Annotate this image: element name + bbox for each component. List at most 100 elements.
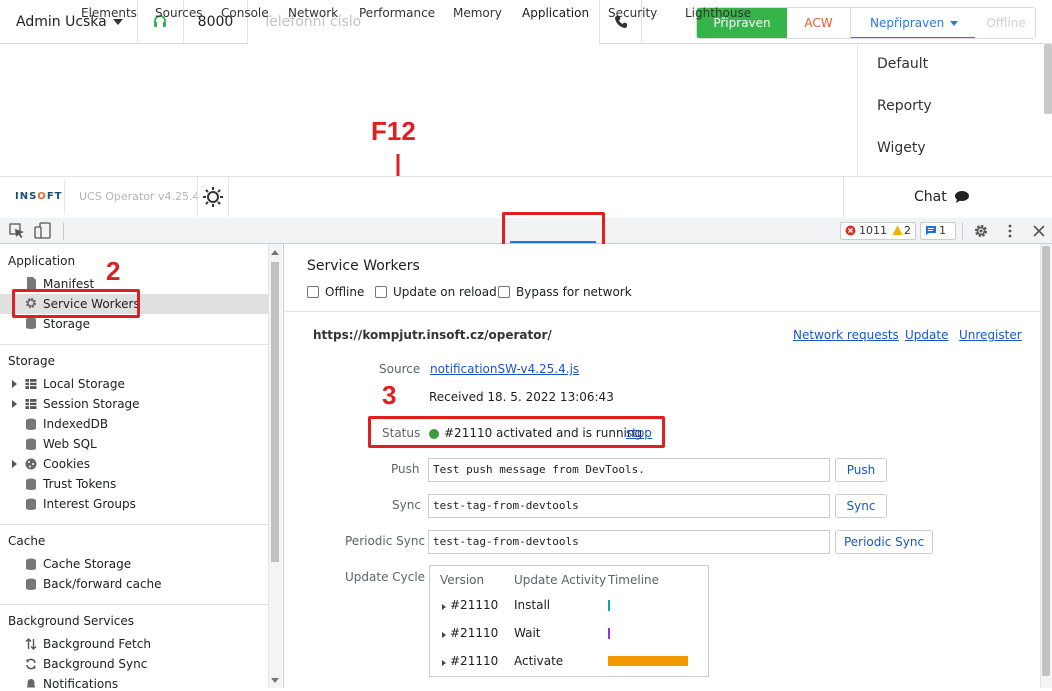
bypass-for-network-label: Bypass for network: [516, 285, 632, 299]
message-icon: [926, 226, 936, 235]
sun-icon: [203, 187, 223, 207]
sidebar-item-background-sync[interactable]: Background Sync: [43, 657, 147, 671]
sidebar-scrollbar-thumb[interactable]: [271, 262, 279, 562]
sidebar-item-cache-storage[interactable]: Cache Storage: [43, 557, 131, 571]
database-icon: [26, 317, 36, 329]
tab-sources[interactable]: Sources: [155, 0, 202, 26]
menu-item-reporty[interactable]: Reporty: [877, 98, 932, 114]
error-icon: [845, 225, 856, 236]
warning-count: 2: [904, 224, 911, 237]
unregister-link[interactable]: Unregister: [959, 328, 1022, 342]
expand-row-icon[interactable]: [442, 604, 446, 610]
database-icon: [26, 498, 36, 510]
menu-item-default[interactable]: Default: [877, 56, 928, 72]
tab-lighthouse[interactable]: Lighthouse: [685, 0, 751, 26]
update-cycle-label: Update Cycle: [345, 570, 426, 584]
menu-item-wigety[interactable]: Wigety: [877, 140, 926, 156]
file-icon: [27, 277, 36, 289]
sidebar-item-background-fetch[interactable]: Background Fetch: [43, 637, 151, 651]
sidebar-header-storage: Storage: [8, 354, 55, 368]
sidebar-item-interest-groups[interactable]: Interest Groups: [43, 497, 136, 511]
periodic-sync-tag-input[interactable]: test-tag-from-devtools: [428, 530, 830, 554]
timeline-bar-install: [608, 600, 610, 611]
chat-label: Chat: [914, 189, 947, 205]
table-row-version: #21110: [450, 626, 499, 640]
panel-scrollbar-thumb[interactable]: [1042, 246, 1050, 676]
sidebar-item-storage[interactable]: Storage: [43, 317, 90, 331]
annotation-step-2: 2: [106, 256, 121, 286]
database-icon: [26, 418, 36, 430]
periodic-sync-button[interactable]: Periodic Sync: [835, 530, 933, 554]
update-link[interactable]: Update: [905, 328, 948, 342]
periodic-sync-label: Periodic Sync: [345, 534, 426, 548]
sidebar-header-background-services: Background Services: [8, 614, 135, 628]
status-offline-button[interactable]: Offline: [975, 8, 1035, 38]
sync-tag-input[interactable]: test-tag-from-devtools: [428, 494, 830, 518]
sidebar-item-web-sql[interactable]: Web SQL: [43, 437, 97, 451]
status-not-ready-label: Nepřipraven: [870, 16, 945, 30]
annotation-box-status: [368, 416, 665, 448]
sw-origin: https://kompjutr.insoft.cz/operator/: [313, 328, 552, 342]
source-file-link[interactable]: notificationSW-v4.25.4.js: [430, 362, 579, 376]
divider: [0, 524, 268, 525]
device-toolbar-icon[interactable]: [34, 222, 52, 240]
table-grid-icon: [25, 379, 37, 389]
insoft-logo: INSOFT: [15, 191, 63, 202]
chat-button[interactable]: Chat: [843, 177, 1052, 217]
tab-elements[interactable]: Elements: [81, 0, 137, 26]
push-message-input[interactable]: Test push message from DevTools.: [428, 458, 830, 482]
more-options-icon[interactable]: [1003, 223, 1017, 239]
issues-badge[interactable]: 1011 2: [840, 222, 916, 240]
chat-bubble-icon: [955, 191, 969, 203]
tab-network[interactable]: Network: [288, 0, 338, 26]
scroll-down-icon[interactable]: [270, 677, 280, 685]
scroll-up-icon[interactable]: [270, 248, 280, 256]
tab-performance[interactable]: Performance: [359, 0, 435, 26]
annotation-step-3: 3: [382, 380, 397, 410]
expand-arrow-icon[interactable]: [12, 400, 17, 408]
expand-arrow-icon[interactable]: [12, 380, 17, 388]
messages-badge[interactable]: 1: [920, 222, 956, 240]
inspect-element-icon[interactable]: [9, 223, 25, 239]
annotation-f12: F12: [371, 116, 416, 146]
status-acw-button[interactable]: ACW: [787, 8, 851, 38]
network-requests-link[interactable]: Network requests: [793, 328, 899, 342]
page-scrollbar[interactable]: [1044, 44, 1052, 114]
divider: [285, 311, 1040, 312]
tab-console[interactable]: Console: [221, 0, 269, 26]
sidebar-item-back-forward-cache[interactable]: Back/forward cache: [43, 577, 162, 591]
status-not-ready-button[interactable]: Nepřipraven: [851, 8, 975, 38]
database-icon: [26, 478, 36, 490]
sidebar-item-cookies[interactable]: Cookies: [43, 457, 90, 471]
sync-button[interactable]: Sync: [835, 494, 887, 518]
sidebar-item-local-storage[interactable]: Local Storage: [43, 377, 125, 391]
offline-checkbox[interactable]: [307, 286, 319, 298]
expand-row-icon[interactable]: [442, 632, 446, 638]
sidebar-header-application: Application: [8, 254, 76, 268]
tab-security[interactable]: Security: [608, 0, 657, 26]
divider: [0, 604, 268, 605]
theme-toggle-button[interactable]: [197, 177, 229, 217]
update-on-reload-checkbox[interactable]: [375, 286, 387, 298]
update-on-reload-label: Update on reload: [393, 285, 497, 299]
expand-arrow-icon[interactable]: [12, 460, 17, 468]
tab-application[interactable]: Application: [522, 0, 589, 26]
annotation-box-service-workers: [12, 289, 140, 318]
bypass-for-network-checkbox[interactable]: [498, 286, 510, 298]
divider: [64, 180, 65, 214]
table-row-activity: Activate: [514, 654, 564, 668]
expand-row-icon[interactable]: [442, 660, 446, 666]
sidebar-item-trust-tokens[interactable]: Trust Tokens: [43, 477, 116, 491]
offline-checkbox-label: Offline: [325, 285, 365, 299]
sidebar-item-notifications[interactable]: Notifications: [43, 677, 118, 691]
tab-memory[interactable]: Memory: [453, 0, 502, 26]
push-button[interactable]: Push: [835, 458, 887, 482]
close-icon[interactable]: [1032, 224, 1046, 238]
database-icon: [26, 578, 36, 590]
warning-icon: [892, 225, 903, 235]
sidebar-item-session-storage[interactable]: Session Storage: [43, 397, 140, 411]
settings-gear-icon[interactable]: [973, 223, 989, 239]
chevron-down-icon: [950, 21, 958, 26]
sidebar-item-indexeddb[interactable]: IndexedDB: [43, 417, 108, 431]
table-grid-icon: [25, 399, 37, 409]
